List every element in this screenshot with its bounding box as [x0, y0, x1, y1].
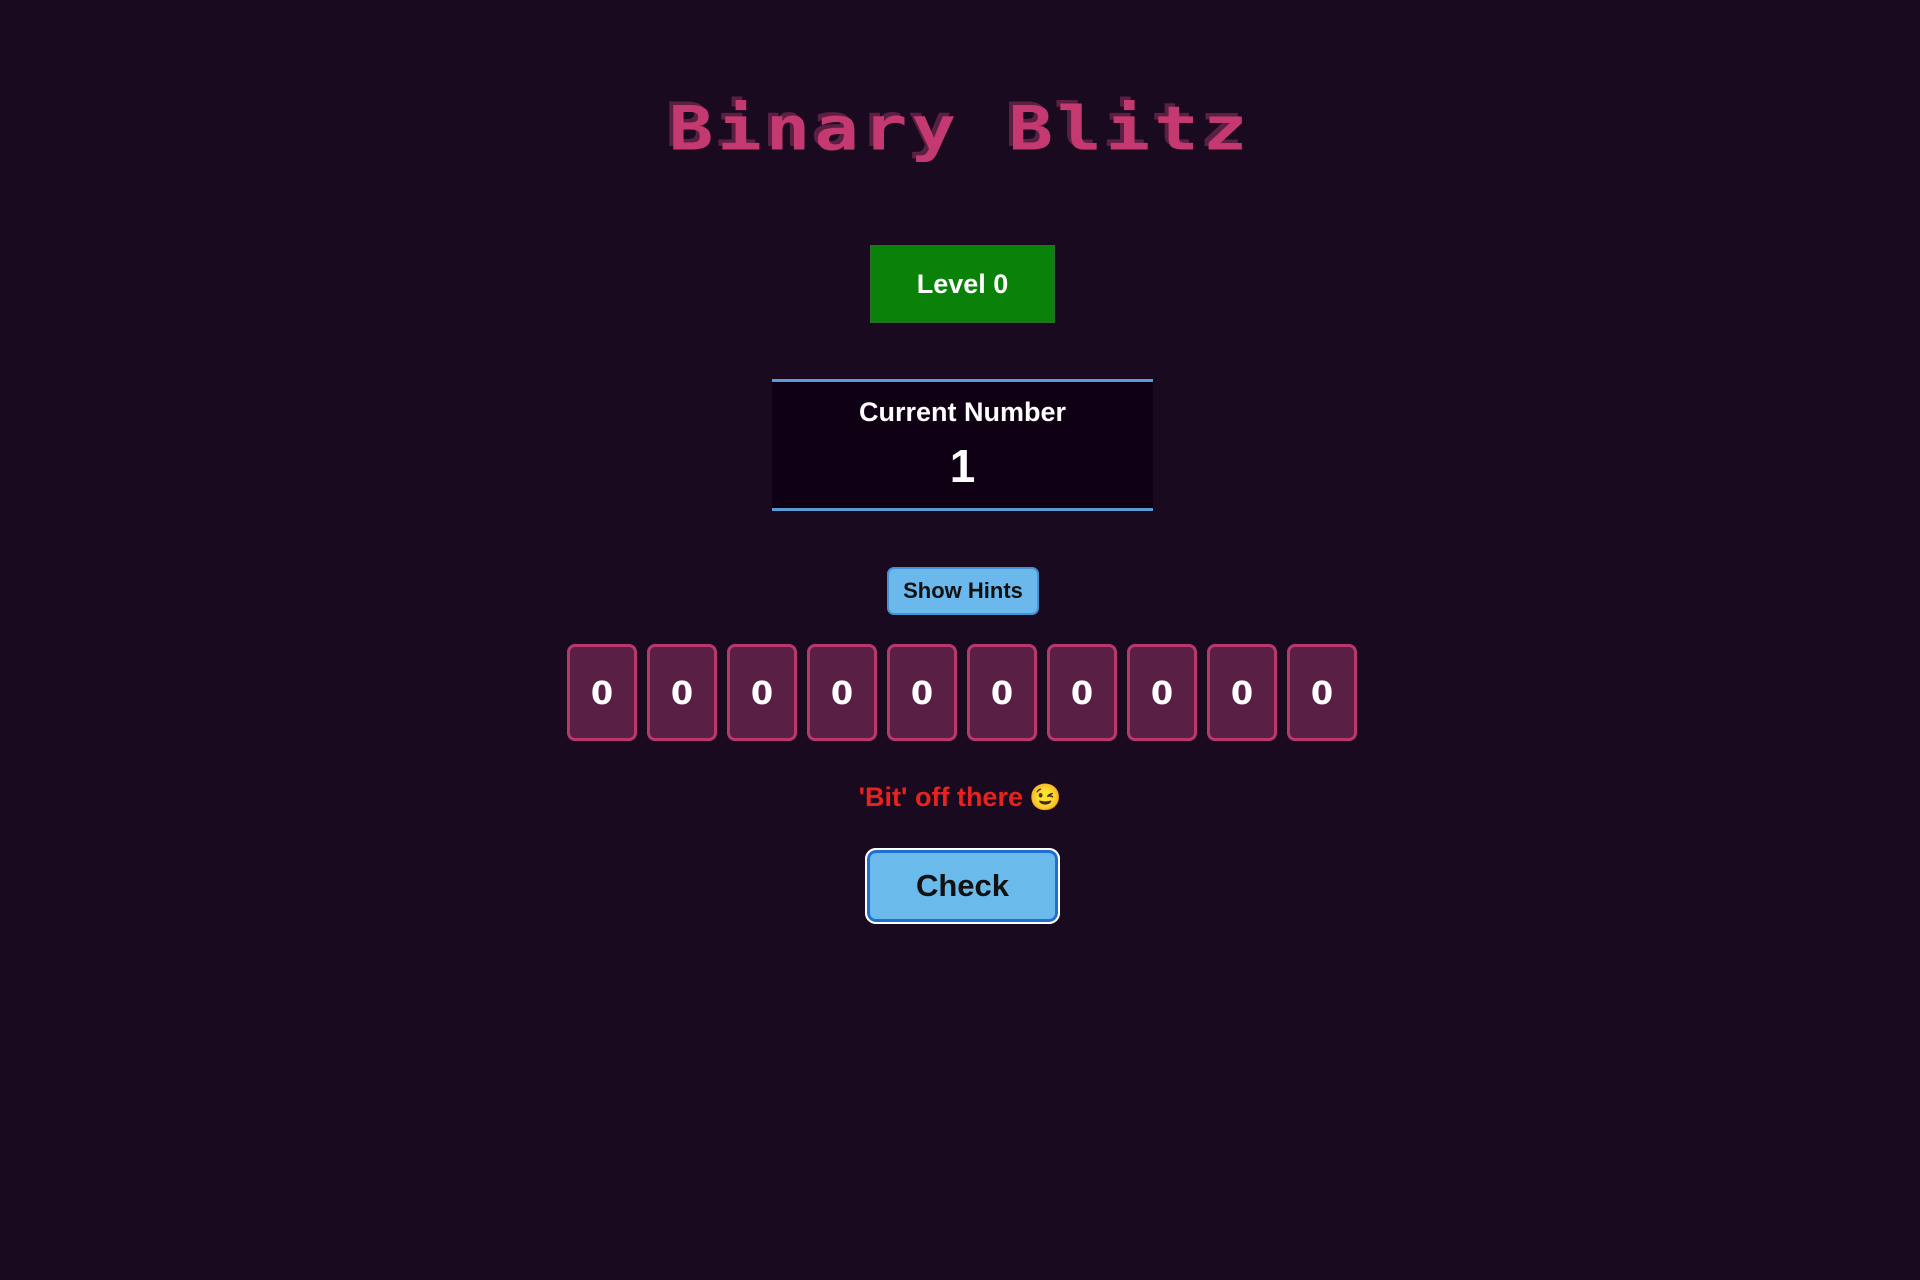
current-number-value: 1 — [949, 440, 976, 492]
level-label: Level 0 — [916, 268, 1009, 299]
feedback-message: 'Bit' off there 😉 — [0, 780, 1920, 814]
feedback-text: 'Bit' off there — [858, 782, 1023, 812]
level-badge: Level 0 — [870, 245, 1055, 323]
game-title: Binary Blitz — [668, 93, 1252, 165]
check-button[interactable]: Check — [865, 848, 1060, 924]
winking-face-icon: 😉 — [1028, 782, 1062, 812]
bit-toggle-6[interactable]: 0 — [807, 644, 877, 741]
bit-toggle-3[interactable]: 0 — [1047, 644, 1117, 741]
show-hints-button[interactable]: Show Hints — [887, 567, 1039, 615]
current-number-label: Current Number — [858, 397, 1067, 427]
bit-toggle-1[interactable]: 0 — [1207, 644, 1277, 741]
bit-toggle-4[interactable]: 0 — [967, 644, 1037, 741]
bit-toggle-8[interactable]: 0 — [647, 644, 717, 741]
bit-toggle-9[interactable]: 0 — [567, 644, 637, 741]
bit-toggle-2[interactable]: 0 — [1127, 644, 1197, 741]
bit-toggle-0[interactable]: 0 — [1287, 644, 1357, 741]
bit-toggle-7[interactable]: 0 — [727, 644, 797, 741]
current-number-panel: Current Number 1 — [772, 379, 1153, 511]
bit-toggle-5[interactable]: 0 — [887, 644, 957, 741]
bit-row: 0 0 0 0 0 0 0 0 0 0 — [567, 644, 1357, 741]
